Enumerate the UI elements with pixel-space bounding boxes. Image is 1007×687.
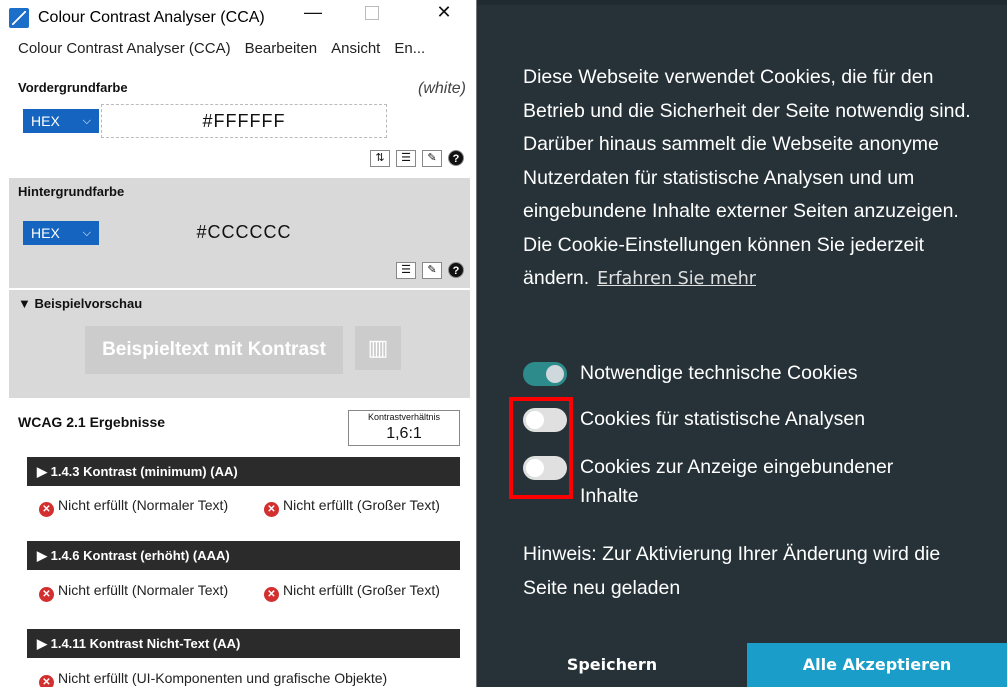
toggle-row-necessary: Notwendige technische Cookies: [523, 359, 960, 388]
minimize-button[interactable]: —: [298, 2, 328, 23]
cookie-panel-topline: [477, 0, 1007, 5]
background-section: Hintergrundfarbe HEX ⌵ #CCCCCC ☰ ✎ ?: [9, 178, 470, 288]
menubar: Colour Contrast Analyser (CCA) Bearbeite…: [0, 36, 476, 60]
foreground-format-select[interactable]: HEX ⌵: [23, 109, 99, 133]
chevron-down-icon: ⌵: [82, 227, 91, 239]
cookie-description-text: Diese Webseite verwendet Cookies, die fü…: [523, 66, 971, 289]
criterion-1-4-11-ui-text: Nicht erfüllt (UI-Komponenten und grafis…: [58, 670, 388, 686]
background-format-value: HEX: [31, 225, 60, 241]
foreground-format-value: HEX: [31, 113, 60, 129]
cookie-description: Diese Webseite verwendet Cookies, die fü…: [523, 61, 973, 297]
chart-icon: ▥: [355, 326, 401, 370]
toggle-label-necessary: Notwendige technische Cookies: [580, 362, 858, 384]
criterion-1-4-6[interactable]: ▶ 1.4.6 Kontrast (erhöht) (AAA): [27, 541, 460, 570]
criterion-1-4-6-large-text: Nicht erfüllt (Großer Text): [283, 582, 440, 598]
criterion-1-4-6-normal-text: Nicht erfüllt (Normaler Text): [58, 582, 229, 598]
menu-item-edit[interactable]: Bearbeiten: [245, 40, 318, 57]
window-title: Colour Contrast Analyser (CCA): [38, 9, 265, 26]
highlight-frame: [509, 397, 573, 499]
contrast-ratio-box: Kontrastverhältnis 1,6:1: [348, 410, 460, 446]
background-hex-input[interactable]: #CCCCCC: [101, 216, 387, 250]
menu-item-view[interactable]: Ansicht: [331, 40, 380, 57]
help-icon[interactable]: ?: [448, 262, 464, 278]
fail-icon: ✕: [39, 675, 54, 687]
menu-item-app[interactable]: Colour Contrast Analyser (CCA): [18, 40, 231, 57]
maximize-button[interactable]: [365, 6, 379, 20]
criterion-1-4-3-large: ✕ Nicht erfüllt (Großer Text): [264, 497, 464, 517]
fail-icon: ✕: [264, 502, 279, 517]
fail-icon: ✕: [264, 587, 279, 602]
learn-more-link[interactable]: Erfahren Sie mehr: [597, 269, 756, 289]
swap-icon[interactable]: ⇅: [370, 150, 390, 167]
cca-window: Colour Contrast Analyser (CCA) — ✕ Colou…: [0, 0, 477, 687]
foreground-hex-input[interactable]: #FFFFFF: [101, 104, 387, 138]
criterion-1-4-3-normal-text: Nicht erfüllt (Normaler Text): [58, 497, 229, 513]
reload-hint: Hinweis: Zur Aktivierung Ihrer Änderung …: [523, 543, 941, 599]
criterion-1-4-3[interactable]: ▶ 1.4.3 Kontrast (minimum) (AA): [27, 457, 460, 486]
cca-titlebar: Colour Contrast Analyser (CCA) — ✕: [0, 0, 476, 36]
cca-app-icon: [9, 8, 29, 28]
eyedropper-icon[interactable]: ✎: [422, 150, 442, 167]
foreground-label: Vordergrundfarbe: [18, 80, 128, 95]
criterion-1-4-6-large: ✕ Nicht erfüllt (Großer Text): [264, 582, 464, 602]
foreground-color-name: (white): [417, 80, 466, 97]
criterion-1-4-11[interactable]: ▶ 1.4.11 Kontrast Nicht-Text (AA): [27, 629, 460, 658]
background-tools: ☰ ✎ ?: [390, 262, 464, 279]
background-label: Hintergrundfarbe: [18, 184, 125, 199]
preview-label[interactable]: ▼ Beispielvorschau: [9, 290, 470, 311]
fail-icon: ✕: [39, 502, 54, 517]
toggle-label-embedded: Cookies zur Anzeige eingebundener Inhalt…: [580, 456, 894, 507]
cookie-panel: Diese Webseite verwendet Cookies, die fü…: [477, 0, 1007, 687]
accept-all-button[interactable]: Alle Akzeptieren: [747, 643, 1007, 687]
menu-item-more[interactable]: En...: [394, 40, 425, 57]
close-button[interactable]: ✕: [429, 2, 459, 23]
toggle-necessary-cookies[interactable]: [523, 362, 567, 386]
preview-section: ▼ Beispielvorschau Beispieltext mit Kont…: [9, 290, 470, 398]
sliders-icon[interactable]: ☰: [396, 150, 416, 167]
sliders-icon[interactable]: ☰: [396, 262, 416, 279]
criterion-1-4-3-large-text: Nicht erfüllt (Großer Text): [283, 497, 440, 513]
criterion-1-4-6-normal: ✕ Nicht erfüllt (Normaler Text): [39, 582, 234, 602]
preview-sample-text: Beispieltext mit Kontrast: [85, 326, 343, 374]
background-format-select[interactable]: HEX ⌵: [23, 221, 99, 245]
results-title: WCAG 2.1 Ergebnisse: [18, 414, 166, 430]
screen: Colour Contrast Analyser (CCA) — ✕ Colou…: [0, 0, 1007, 687]
criterion-1-4-11-ui: ✕ Nicht erfüllt (UI-Komponenten und grafi…: [39, 670, 469, 687]
toggle-label-statistics: Cookies für statistische Analysen: [580, 408, 866, 430]
toggle-row-embedded: Cookies zur Anzeige eingebundener Inhalt…: [523, 453, 950, 511]
fail-icon: ✕: [39, 587, 54, 602]
save-button[interactable]: Speichern: [477, 643, 747, 687]
contrast-ratio-value: 1,6:1: [386, 425, 422, 442]
criterion-1-4-3-normal: ✕ Nicht erfüllt (Normaler Text): [39, 497, 234, 517]
help-icon[interactable]: ?: [448, 150, 464, 166]
foreground-section: Vordergrundfarbe (white) HEX ⌵ #FFFFFF ⇅…: [9, 74, 470, 174]
chevron-down-icon: ⌵: [82, 115, 91, 127]
eyedropper-icon[interactable]: ✎: [422, 262, 442, 279]
contrast-ratio-label: Kontrastverhältnis: [367, 412, 441, 422]
foreground-tools: ⇅ ☰ ✎ ?: [364, 150, 464, 167]
toggle-row-statistics: Cookies für statistische Analysen: [523, 405, 960, 434]
